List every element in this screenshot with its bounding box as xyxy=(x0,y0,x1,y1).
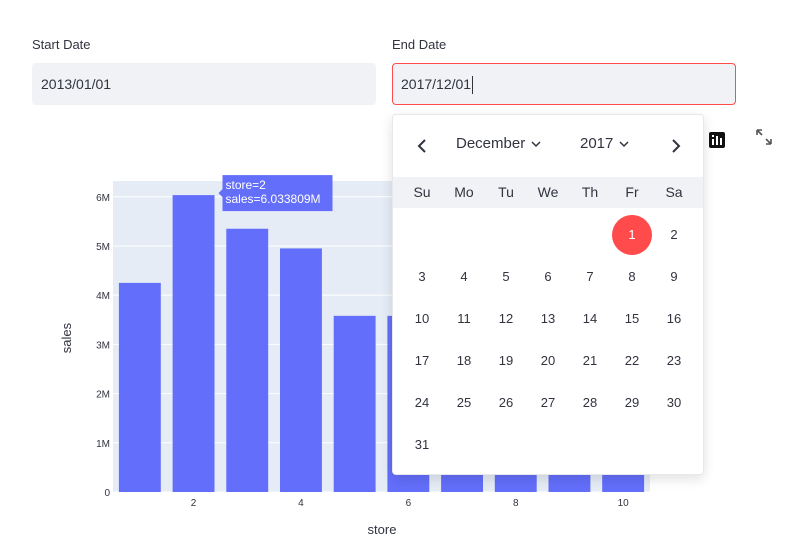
weekday-label: Tu xyxy=(498,184,514,200)
start-date-input[interactable]: 2013/01/01 xyxy=(32,63,376,105)
y-tick-label: 3M xyxy=(96,340,110,351)
calendar-day-2[interactable]: 2 xyxy=(654,215,694,255)
calendar-day-14[interactable]: 14 xyxy=(570,299,610,339)
weekday-label: Su xyxy=(413,184,431,200)
chevron-down-icon xyxy=(619,140,629,147)
calendar-day-5[interactable]: 5 xyxy=(486,257,526,297)
calendar-day-17[interactable]: 17 xyxy=(402,341,442,381)
bar-store-2[interactable] xyxy=(172,195,215,492)
weekday-label: We xyxy=(537,184,559,200)
calendar-day-22[interactable]: 22 xyxy=(612,341,652,381)
y-tick-labels: 0 1M 2M 3M 4M 5M 6M xyxy=(96,193,110,499)
calendar-day-7[interactable]: 7 xyxy=(570,257,610,297)
calendar-day-27[interactable]: 27 xyxy=(528,383,568,423)
calendar-day-16[interactable]: 16 xyxy=(654,299,694,339)
calendar-day-25[interactable]: 25 xyxy=(444,383,484,423)
weekday-label: Sa xyxy=(665,184,683,200)
bar-store-4[interactable] xyxy=(280,248,322,492)
prev-month-button[interactable] xyxy=(410,134,434,158)
end-date-value: 2017/12/01 xyxy=(401,76,472,92)
chevron-left-icon xyxy=(417,139,426,153)
y-tick-label: 2M xyxy=(96,390,110,401)
hover-tooltip: store=2sales=6.033809M xyxy=(218,175,333,212)
y-tick-label: 5M xyxy=(96,242,110,253)
start-date-label: Start Date xyxy=(32,37,91,52)
calendar-day-24[interactable]: 24 xyxy=(402,383,442,423)
weekday-label: Fr xyxy=(625,184,639,200)
year-select[interactable]: 2017 xyxy=(580,135,629,152)
month-select[interactable]: December xyxy=(456,135,541,152)
calendar-day-28[interactable]: 28 xyxy=(570,383,610,423)
text-caret xyxy=(472,76,474,95)
bar-chart-icon[interactable] xyxy=(709,132,725,148)
chevron-right-icon xyxy=(672,139,681,153)
x-tick-label: 4 xyxy=(298,498,304,509)
calendar-day-10[interactable]: 10 xyxy=(402,299,442,339)
y-axis-title: sales xyxy=(59,322,74,353)
x-tick-labels: 2 4 6 8 10 xyxy=(191,498,629,509)
calendar-day-21[interactable]: 21 xyxy=(570,341,610,381)
calendar-day-6[interactable]: 6 xyxy=(528,257,568,297)
calendar-day-30[interactable]: 30 xyxy=(654,383,694,423)
calendar-day-3[interactable]: 3 xyxy=(402,257,442,297)
calendar-day-29[interactable]: 29 xyxy=(612,383,652,423)
x-tick-label: 10 xyxy=(618,498,630,509)
x-tick-label: 2 xyxy=(191,498,197,509)
x-tick-label: 8 xyxy=(513,498,519,509)
calendar-day-18[interactable]: 18 xyxy=(444,341,484,381)
x-axis-title: store xyxy=(368,522,397,537)
calendar-day-8[interactable]: 8 xyxy=(612,257,652,297)
weekday-label: Th xyxy=(581,184,599,200)
calendar-day-1[interactable]: 1 xyxy=(612,215,652,255)
weekday-header-row: Su Mo Tu We Th Fr Sa xyxy=(393,177,703,208)
tooltip-line: store=2 xyxy=(225,178,266,192)
weekday-label: Mo xyxy=(454,184,474,200)
calendar-day-23[interactable]: 23 xyxy=(654,341,694,381)
calendar-day-19[interactable]: 19 xyxy=(486,341,526,381)
calendar-day-12[interactable]: 12 xyxy=(486,299,526,339)
chevron-down-icon xyxy=(531,140,541,147)
y-tick-label: 4M xyxy=(96,291,110,302)
y-tick-label: 1M xyxy=(96,439,110,450)
y-tick-label: 6M xyxy=(96,193,110,204)
date-picker-popover: December 2017 Su Mo Tu We Th Fr Sa 1 2 3 4 5 6 7 8 9 10… xyxy=(392,114,704,475)
calendar-day-4[interactable]: 4 xyxy=(444,257,484,297)
bar-store-1[interactable] xyxy=(118,282,161,492)
x-tick-label: 6 xyxy=(406,498,412,509)
calendar-day-26[interactable]: 26 xyxy=(486,383,526,423)
calendar-day-31[interactable]: 31 xyxy=(402,425,442,465)
tooltip-line: sales=6.033809M xyxy=(225,192,320,206)
y-tick-label: 0 xyxy=(104,488,110,499)
calendar-day-11[interactable]: 11 xyxy=(444,299,484,339)
next-month-button[interactable] xyxy=(664,134,688,158)
bar-store-3[interactable] xyxy=(226,228,269,492)
fullscreen-icon[interactable] xyxy=(756,129,772,145)
end-date-input[interactable]: 2017/12/01 xyxy=(392,63,736,105)
calendar-header: December 2017 xyxy=(393,115,703,177)
calendar-day-20[interactable]: 20 xyxy=(528,341,568,381)
end-date-label: End Date xyxy=(392,37,447,52)
calendar-day-15[interactable]: 15 xyxy=(612,299,652,339)
bar-store-5[interactable] xyxy=(333,315,376,492)
calendar-day-9[interactable]: 9 xyxy=(654,257,694,297)
calendar-day-13[interactable]: 13 xyxy=(528,299,568,339)
month-select-value: December xyxy=(456,135,526,152)
year-select-value: 2017 xyxy=(580,135,614,152)
